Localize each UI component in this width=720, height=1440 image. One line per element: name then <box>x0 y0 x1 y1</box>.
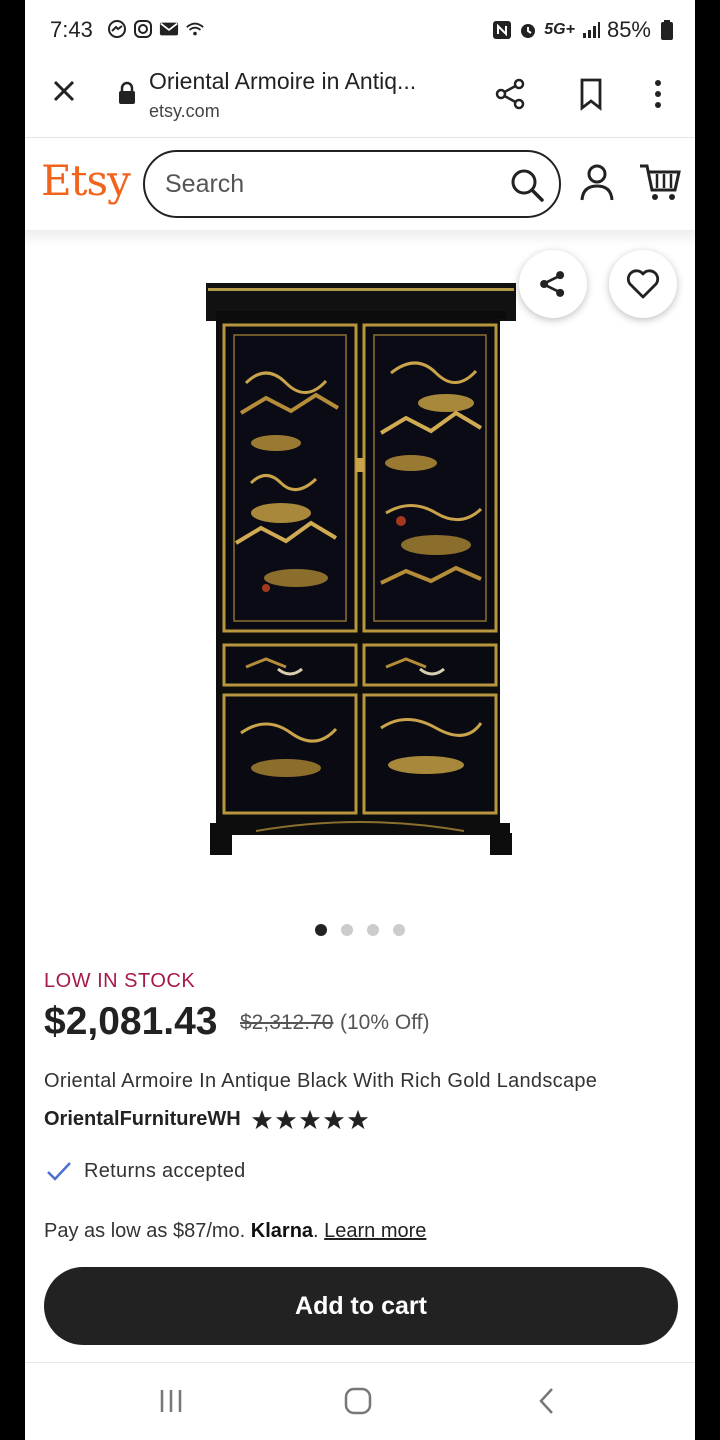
notification-icons <box>107 19 205 39</box>
gallery-dot-3[interactable] <box>367 924 379 936</box>
cart-icon[interactable] <box>639 162 681 202</box>
discount-label: (10% Off) <box>340 1011 430 1034</box>
back-button[interactable] <box>527 1383 567 1419</box>
returns-info: Returns accepted <box>46 1158 246 1184</box>
back-icon <box>539 1388 553 1414</box>
status-time: 7:43 <box>50 17 93 42</box>
share-icon <box>540 271 565 297</box>
nfc-icon <box>492 20 512 40</box>
battery-percent: 85% <box>606 17 651 42</box>
site-header: Etsy <box>25 138 695 230</box>
signal-icon <box>581 20 601 40</box>
header-shadow <box>25 230 695 246</box>
star-icon <box>275 1109 296 1129</box>
star-icon <box>299 1109 320 1129</box>
klarna-period: . <box>313 1220 319 1242</box>
phone-screen: 7:43 5G+ 85% Oriental Armoire in Antiq..… <box>25 0 695 1440</box>
rating-stars[interactable] <box>251 1109 369 1131</box>
star-icon <box>251 1109 272 1129</box>
close-tab-button[interactable] <box>49 76 79 106</box>
gallery-pagination <box>315 924 405 936</box>
returns-label: Returns accepted <box>84 1159 246 1182</box>
battery-icon <box>657 20 677 40</box>
star-icon <box>347 1109 368 1129</box>
product-title: Oriental Armoire In Antique Black With R… <box>44 1070 598 1092</box>
search-icon[interactable] <box>509 167 545 203</box>
add-to-cart-button[interactable]: Add to cart <box>44 1267 678 1345</box>
system-navigation-bar <box>25 1362 695 1440</box>
shop-info: OrientalFurnitureWH <box>44 1108 369 1131</box>
sale-price: $2,081.43 <box>44 1000 218 1043</box>
more-menu-icon[interactable] <box>643 76 673 112</box>
home-icon <box>344 1387 372 1415</box>
search-bar[interactable] <box>143 150 561 218</box>
page-title[interactable]: Oriental Armoire in Antiq... <box>149 68 416 95</box>
star-icon <box>323 1109 344 1129</box>
recent-apps-button[interactable] <box>151 1383 191 1419</box>
share-icon[interactable] <box>493 76 529 112</box>
wifi-call-icon <box>185 19 205 39</box>
home-button[interactable] <box>338 1383 378 1419</box>
account-icon[interactable] <box>577 162 617 202</box>
gallery-dot-1[interactable] <box>315 924 327 936</box>
klarna-financing: Pay as low as $87/mo. Klarna. Learn more <box>44 1220 426 1243</box>
share-product-button[interactable] <box>519 250 587 318</box>
shop-name-link[interactable]: OrientalFurnitureWH <box>44 1108 241 1131</box>
recents-icon <box>160 1390 182 1412</box>
alarm-icon <box>518 20 538 40</box>
status-bar: 7:43 5G+ 85% <box>25 0 695 58</box>
etsy-logo[interactable]: Etsy <box>41 156 131 205</box>
checkmark-icon <box>47 1162 71 1181</box>
network-type: 5G+ <box>544 21 575 38</box>
learn-more-link[interactable]: Learn more <box>324 1220 426 1242</box>
stock-status: LOW IN STOCK <box>44 970 196 992</box>
mail-icon <box>159 19 179 39</box>
page-domain[interactable]: etsy.com <box>149 101 220 122</box>
system-status: 5G+ 85% <box>492 17 677 43</box>
heart-icon <box>626 269 660 299</box>
installment-text: Pay as low as $87/mo. <box>44 1220 246 1242</box>
messenger-icon <box>107 19 127 39</box>
search-input[interactable] <box>165 168 465 200</box>
gallery-dot-2[interactable] <box>341 924 353 936</box>
klarna-logo: Klarna <box>250 1220 314 1242</box>
browser-toolbar: Oriental Armoire in Antiq... etsy.com <box>25 58 695 138</box>
original-price: $2,312.70 <box>240 1011 334 1034</box>
lock-icon <box>119 81 135 104</box>
favorite-button[interactable] <box>609 250 677 318</box>
bookmark-icon[interactable] <box>573 76 609 112</box>
product-image[interactable] <box>206 283 516 858</box>
close-icon <box>53 80 75 102</box>
gallery-dot-4[interactable] <box>393 924 405 936</box>
instagram-icon <box>133 19 153 39</box>
